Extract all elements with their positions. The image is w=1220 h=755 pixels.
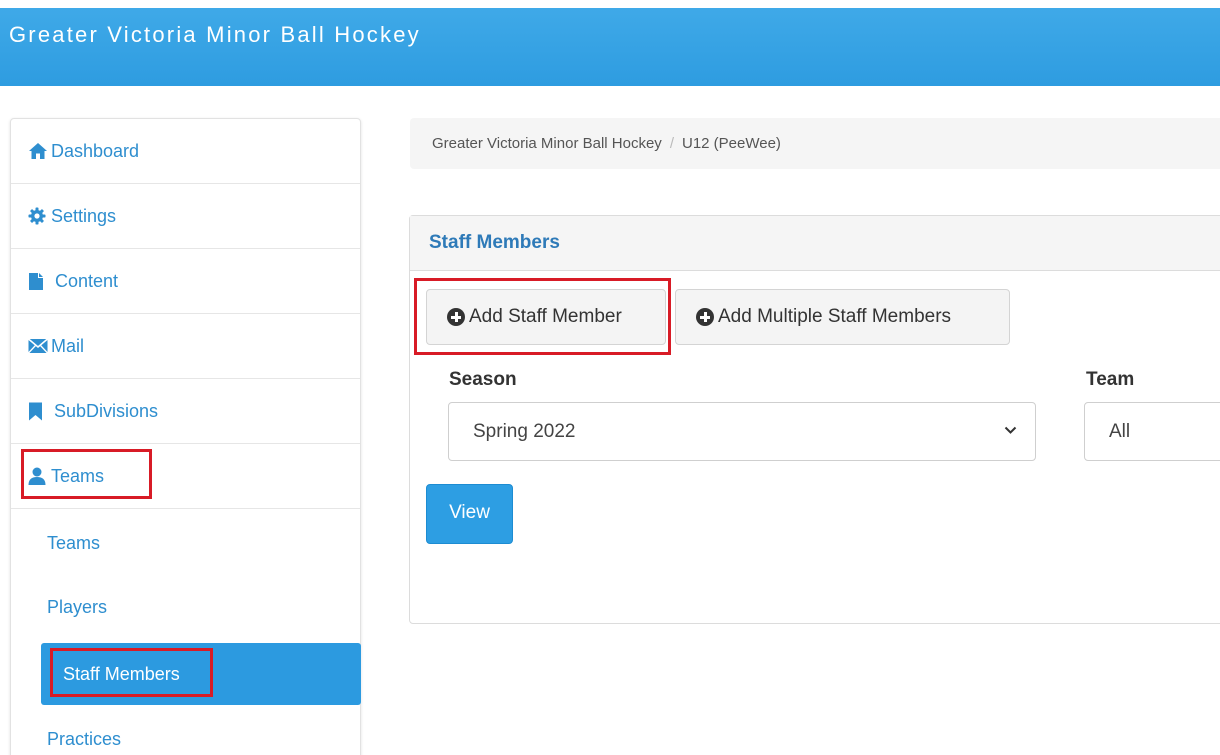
sidebar-subitem-label: Practices [47,728,122,749]
breadcrumb: Greater Victoria Minor Ball Hockey / U12… [410,118,1220,169]
sidebar-item-subdivisions[interactable]: SubDivisions [11,379,360,444]
add-staff-member-label: Add Staff Member [469,306,622,327]
breadcrumb-item-league[interactable]: Greater Victoria Minor Ball Hockey [432,135,662,152]
sidebar-item-mail[interactable]: Mail [11,314,360,379]
sidebar-item-label: Mail [51,335,85,356]
file-icon [28,272,49,290]
sidebar-subitem-label: Players [47,596,108,617]
bookmark-icon [28,402,49,420]
home-icon [28,142,49,160]
sidebar-item-label: SubDivisions [54,400,159,421]
sidebar-subitem-teams[interactable]: Teams [11,512,360,574]
season-select-value: Spring 2022 [473,420,576,442]
sidebar-item-content[interactable]: Content [11,249,360,314]
sidebar-item-label: Teams [51,465,105,486]
add-staff-member-button[interactable]: Add Staff Member [426,289,666,345]
sidebar-subitem-players[interactable]: Players [11,576,360,638]
gear-icon [28,207,49,225]
sidebar-item-label: Dashboard [51,140,140,161]
envelope-icon [28,337,49,355]
team-select-value: All [1109,420,1131,442]
team-select[interactable]: All [1084,402,1220,461]
user-icon [28,467,49,485]
sidebar-item-settings[interactable]: Settings [11,184,360,249]
plus-circle-icon [447,308,465,326]
sidebar-item-label: Content [55,270,119,291]
sidebar-subitem-label: Teams [47,532,101,553]
add-multiple-staff-members-button[interactable]: Add Multiple Staff Members [675,289,1010,345]
breadcrumb-separator: / [669,135,674,152]
sidebar-subitem-staff-members[interactable]: Staff Members [41,643,361,705]
sidebar-subitem-label: Staff Members [63,663,180,684]
team-label: Team [1086,369,1135,390]
season-label: Season [449,369,517,390]
sidebar-item-dashboard[interactable]: Dashboard [11,119,360,184]
chevron-down-icon [1004,426,1017,434]
app-header: Greater Victoria Minor Ball Hockey [0,8,1220,86]
panel-title: Staff Members [410,216,1220,271]
season-select[interactable]: Spring 2022 [448,402,1036,461]
sidebar-nav: Dashboard Settings Content Mail SubDivis… [10,118,361,755]
view-button[interactable]: View [426,484,513,544]
sidebar-item-teams[interactable]: Teams [11,444,360,509]
add-multiple-staff-members-label: Add Multiple Staff Members [718,306,952,327]
sidebar-subitem-practices[interactable]: Practices [11,708,360,755]
sidebar-item-label: Settings [51,205,117,226]
breadcrumb-item-division: U12 (PeeWee) [681,135,781,152]
brand-title[interactable]: Greater Victoria Minor Ball Hockey [9,22,421,48]
plus-circle-icon [696,308,714,326]
